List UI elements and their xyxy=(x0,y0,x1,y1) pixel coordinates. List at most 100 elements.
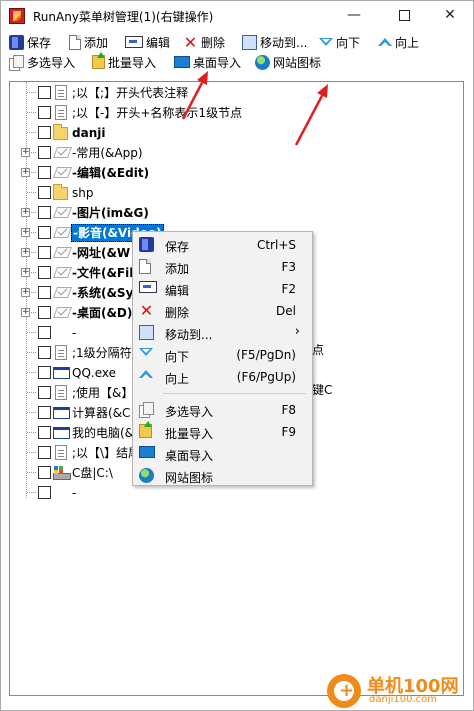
close-button[interactable]: ✕ xyxy=(427,1,473,31)
tree-checkbox[interactable] xyxy=(38,166,51,179)
tree-checkbox[interactable] xyxy=(38,146,51,159)
tree-row[interactable]: shp xyxy=(10,183,460,203)
expand-icon[interactable]: + xyxy=(21,228,30,237)
tree-row[interactable]: ;以【-】开头+名称表示1级节点 xyxy=(10,103,460,123)
toolbar-desktop-import-button[interactable]: 桌面导入 xyxy=(174,52,241,72)
tree-item-label[interactable]: C盘|C:\ xyxy=(71,465,114,481)
toolbar-website-icon-button[interactable]: 网站图标 xyxy=(255,52,321,72)
toolbar-delete-button[interactable]: ✕ 删除 xyxy=(183,32,225,52)
tree-item-label[interactable]: 计算器(&C xyxy=(71,405,131,421)
toolbar-batch-import-button[interactable]: 批量导入 xyxy=(92,52,156,72)
tree-checkbox[interactable] xyxy=(38,186,51,199)
tree-item-label[interactable]: danji xyxy=(71,125,106,141)
menu-item-label: 编辑 xyxy=(165,284,190,298)
tree-item-label[interactable]: -网址(&W xyxy=(71,245,131,261)
tree-row[interactable]: + -编辑(&Edit) xyxy=(10,163,460,183)
context-menu: 保存 Ctrl+S 添加 F3 编辑 F2 ✕ 删除 Del 移动到... › 向下 (F5/PgDn)… xyxy=(132,231,313,486)
tree-item-label[interactable]: -桌面(&D) xyxy=(71,305,133,321)
tree-item-label[interactable]: 我的电脑(& xyxy=(71,425,135,441)
expand-icon[interactable]: + xyxy=(21,248,30,257)
tree-item-label[interactable]: -图片(im&G) xyxy=(71,205,150,221)
expand-icon[interactable]: + xyxy=(21,208,30,217)
tree-row[interactable]: danji xyxy=(10,123,460,143)
menu-item-add[interactable]: 添加 F3 xyxy=(135,256,310,278)
tree-checkbox[interactable] xyxy=(38,326,51,339)
tree-checkbox[interactable] xyxy=(38,226,51,239)
menu-item-edit[interactable]: 编辑 F2 xyxy=(135,278,310,300)
menu-item-label: 添加 xyxy=(165,262,190,276)
menu-item-up[interactable]: 向上 (F6/PgUp) xyxy=(135,366,310,388)
expand-icon[interactable]: + xyxy=(21,308,30,317)
tree-checkbox[interactable] xyxy=(38,86,51,99)
tree-item-label[interactable]: shp xyxy=(71,185,94,201)
menu-item-down[interactable]: 向下 (F5/PgDn) xyxy=(135,344,310,366)
tree-checkbox[interactable] xyxy=(38,426,51,439)
tree-checkbox[interactable] xyxy=(38,206,51,219)
tree-checkbox[interactable] xyxy=(38,486,51,499)
minimize-button[interactable]: — xyxy=(331,1,377,31)
tree-item-label[interactable]: -编辑(&Edit) xyxy=(71,165,150,181)
tree-checkbox[interactable] xyxy=(38,246,51,259)
tree-checkbox[interactable] xyxy=(38,306,51,319)
toolbar-move-button[interactable]: 移动到... xyxy=(242,32,307,52)
menu-item-save[interactable]: 保存 Ctrl+S xyxy=(135,234,310,256)
delete-icon: ✕ xyxy=(139,301,154,320)
tree-branch-line xyxy=(27,352,36,353)
tree-item-label[interactable]: ;以【;】开头代表注释 xyxy=(71,85,189,101)
toolbar-move-label: 移动到... xyxy=(260,35,308,50)
down-icon xyxy=(139,347,153,357)
toolbar-up-button[interactable]: 向上 xyxy=(378,32,419,52)
expand-icon[interactable]: + xyxy=(21,288,30,297)
menu-node-icon xyxy=(53,205,71,219)
tree-checkbox[interactable] xyxy=(38,266,51,279)
tree-item-label[interactable]: ;使用【&】 xyxy=(71,385,134,401)
tree-checkbox[interactable] xyxy=(38,446,51,459)
menu-item-delete[interactable]: ✕ 删除 Del xyxy=(135,300,310,322)
tree-item-label[interactable]: ;以【\】结尾 xyxy=(71,445,141,461)
tree-row[interactable]: ;以【;】开头代表注释 xyxy=(10,83,460,103)
toolbar-save-button[interactable]: 保存 xyxy=(9,32,51,52)
menu-item-multi-import[interactable]: 多选导入 F8 xyxy=(135,399,310,421)
tree-checkbox[interactable] xyxy=(38,286,51,299)
tree-item-label[interactable]: ;以【-】开头+名称表示1级节点 xyxy=(71,105,243,121)
tree-item-label[interactable]: -常用(&App) xyxy=(71,145,144,161)
tree-checkbox[interactable] xyxy=(38,406,51,419)
toolbar-multi-import-label: 多选导入 xyxy=(27,55,76,70)
multi-import-icon xyxy=(9,54,24,71)
menu-item-shortcut: (F5/PgDn) xyxy=(236,348,296,362)
toolbar-down-button[interactable]: 向下 xyxy=(319,32,360,52)
toolbar-multi-import-button[interactable]: 多选导入 xyxy=(9,52,75,72)
menu-item-batch-import[interactable]: 批量导入 F9 xyxy=(135,421,310,443)
toolbar-add-button[interactable]: 添加 xyxy=(69,32,108,52)
tree-item-label[interactable]: -系统(&Sy xyxy=(71,285,134,301)
maximize-button[interactable] xyxy=(381,1,427,31)
expand-icon[interactable]: + xyxy=(21,148,30,157)
expand-icon[interactable]: + xyxy=(21,268,30,277)
folder-icon xyxy=(53,184,68,200)
tree-checkbox[interactable] xyxy=(38,466,51,479)
tree-checkbox[interactable] xyxy=(38,106,51,119)
file-icon xyxy=(55,385,67,400)
tree-checkbox[interactable] xyxy=(38,126,51,139)
tree-item-label[interactable]: ;1级分隔符 xyxy=(71,345,133,361)
tree-row[interactable]: + -常用(&App) xyxy=(10,143,460,163)
tree-item-label[interactable]: - xyxy=(71,325,77,341)
menu-item-shortcut: Ctrl+S xyxy=(256,238,296,252)
toolbar-edit-button[interactable]: 编辑 xyxy=(125,32,170,52)
tree-row[interactable]: + -图片(im&G) xyxy=(10,203,460,223)
expand-icon[interactable]: + xyxy=(21,168,30,177)
tree-item-label[interactable]: QQ.exe xyxy=(71,365,117,381)
tree-item-label[interactable]: - xyxy=(71,485,77,501)
toolbar-edit-label: 编辑 xyxy=(146,35,171,50)
tree-checkbox[interactable] xyxy=(38,386,51,399)
toolbar-delete-label: 删除 xyxy=(201,35,226,50)
menu-item-desktop-import[interactable]: 桌面导入 xyxy=(135,443,310,465)
menu-item-website-icon[interactable]: 网站图标 xyxy=(135,465,310,487)
menu-item-shortcut: Del xyxy=(276,304,296,318)
tree-checkbox[interactable] xyxy=(38,346,51,359)
tree-item-label[interactable]: -文件(&Fil xyxy=(71,265,134,281)
menu-item-move[interactable]: 移动到... › xyxy=(135,322,310,344)
tree-checkbox[interactable] xyxy=(38,366,51,379)
menu-item-label: 多选导入 xyxy=(165,405,214,419)
tree-branch-line xyxy=(27,412,36,413)
